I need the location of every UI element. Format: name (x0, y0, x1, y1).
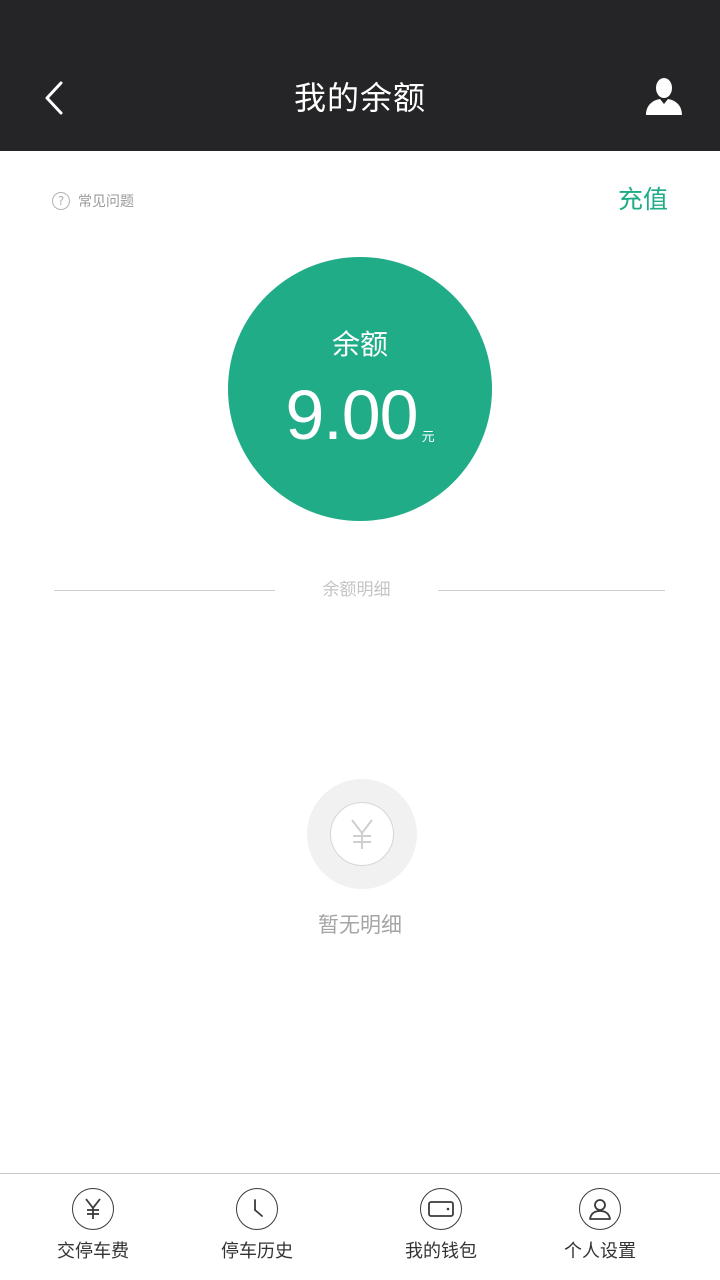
nav-label-pay-parking: 交停车费 (57, 1241, 129, 1262)
clock-icon (236, 1188, 278, 1230)
balance-label: 余额 (331, 328, 388, 361)
question-circle-icon: ? (52, 192, 70, 210)
nav-label-personal-settings: 个人设置 (564, 1241, 636, 1262)
balance-page: 我的余额 ? 常见问题 充值 余额 9.00 元 余额明细 暂无明细 交停车费 … (0, 0, 720, 1280)
nav-item-pay-parking[interactable]: 交停车费 (23, 1174, 163, 1280)
details-section-title: 余额明细 (322, 580, 391, 600)
divider-right (438, 590, 665, 591)
faq-link[interactable]: ? 常见问题 (52, 188, 134, 214)
yen-coin-icon (330, 802, 394, 866)
recharge-button[interactable]: 充值 (618, 180, 668, 220)
nav-label-my-wallet: 我的钱包 (405, 1241, 477, 1262)
faq-label: 常见问题 (78, 194, 134, 210)
user-silhouette-icon (646, 78, 682, 115)
balance-circle: 余额 9.00 元 (228, 257, 492, 521)
person-icon (579, 1188, 621, 1230)
balance-unit: 元 (421, 430, 435, 445)
balance-amount: 9.00 (285, 376, 418, 454)
nav-item-parking-history[interactable]: 停车历史 (187, 1174, 327, 1280)
empty-state-text: 暂无明细 (318, 913, 402, 937)
profile-button[interactable] (638, 72, 690, 120)
balance-amount-row: 9.00 元 (228, 375, 492, 455)
wallet-icon (420, 1188, 462, 1230)
empty-state-badge (307, 779, 417, 889)
nav-item-personal-settings[interactable]: 个人设置 (530, 1174, 670, 1280)
yen-symbol-icon (351, 819, 373, 849)
divider-left (54, 590, 275, 591)
bottom-nav: 交停车费 停车历史 我的钱包 个人设置 (0, 1173, 720, 1280)
nav-item-my-wallet[interactable]: 我的钱包 (371, 1174, 511, 1280)
yen-coin-icon (72, 1188, 114, 1230)
nav-label-parking-history: 停车历史 (221, 1241, 293, 1262)
top-header: 我的余额 (0, 0, 720, 151)
page-title: 我的余额 (293, 79, 426, 117)
